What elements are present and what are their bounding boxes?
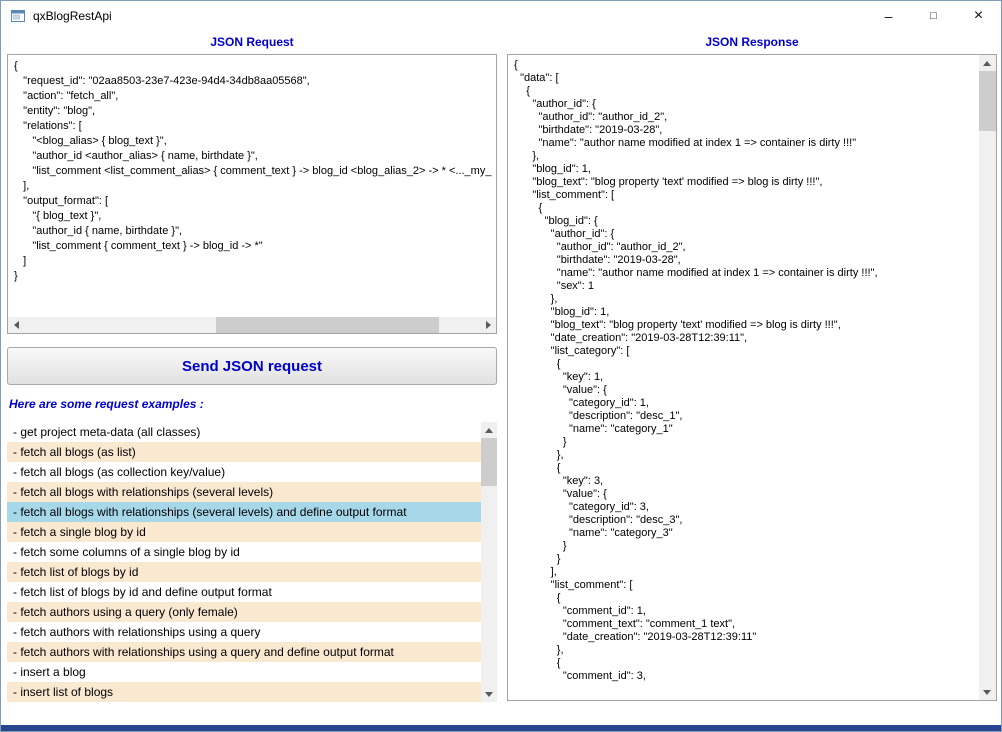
example-item[interactable]: - fetch list of blogs by id [7,562,481,582]
scroll-up-button[interactable] [481,422,497,438]
examples-vertical-scrollbar[interactable] [481,422,497,702]
scroll-left-button[interactable] [8,317,24,333]
minimize-button[interactable]: – [866,1,911,31]
response-viewer[interactable]: { "data": [ { "author_id": { "author_id"… [507,54,997,701]
response-vertical-scrollbar[interactable] [979,55,996,700]
example-item[interactable]: - fetch a single blog by id [7,522,481,542]
app-icon [10,8,26,24]
response-json-text[interactable]: { "data": [ { "author_id": { "author_id"… [508,55,979,700]
close-icon: × [974,9,983,23]
app-window: qxBlogRestApi – □ × JSON Request { "requ… [0,0,1002,732]
vscroll-thumb[interactable] [979,71,996,131]
example-item[interactable]: - insert a blog [7,662,481,682]
window-controls: – □ × [866,1,1001,31]
request-header: JSON Request [7,31,497,54]
scroll-down-button[interactable] [979,684,995,700]
minimize-icon: – [885,11,893,21]
example-item[interactable]: - fetch all blogs with relationships (se… [7,482,481,502]
right-arrow-icon [486,321,491,329]
hscroll-track[interactable] [24,317,480,333]
request-horizontal-scrollbar[interactable] [8,317,496,333]
examples-rows: - get project meta-data (all classes) - … [7,422,481,702]
up-arrow-icon [983,61,991,66]
example-item[interactable]: - fetch list of blogs by id and define o… [7,582,481,602]
examples-list: - get project meta-data (all classes) - … [7,422,497,702]
vscroll-track[interactable] [979,71,996,684]
down-arrow-icon [983,690,991,695]
send-json-request-button[interactable]: Send JSON request [7,347,497,385]
vscroll-thumb[interactable] [481,438,497,486]
scroll-down-button[interactable] [481,686,497,702]
request-editor[interactable]: { "request_id": "02aa8503-23e7-423e-94d4… [7,54,497,334]
example-item[interactable]: - fetch all blogs (as collection key/val… [7,462,481,482]
example-item[interactable]: - fetch some columns of a single blog by… [7,542,481,562]
vscroll-track[interactable] [481,438,497,686]
example-item[interactable]: - get project meta-data (all classes) [7,422,481,442]
example-item[interactable]: - fetch authors using a query (only fema… [7,602,481,622]
up-arrow-icon [485,428,493,433]
response-header: JSON Response [507,31,997,54]
scroll-up-button[interactable] [979,55,995,71]
window-bottom-edge [1,725,1001,731]
request-column: JSON Request { "request_id": "02aa8503-2… [7,31,497,702]
example-item[interactable]: - fetch authors with relationships using… [7,642,481,662]
example-item[interactable]: - fetch authors with relationships using… [7,622,481,642]
down-arrow-icon [485,692,493,697]
request-json-text[interactable]: { "request_id": "02aa8503-23e7-423e-94d4… [8,55,496,317]
example-item-selected[interactable]: - fetch all blogs with relationships (se… [7,502,481,522]
example-item[interactable]: - fetch all blogs (as list) [7,442,481,462]
examples-caption: Here are some request examples : [7,397,497,413]
close-button[interactable]: × [956,1,1001,31]
titlebar: qxBlogRestApi – □ × [1,1,1001,31]
maximize-button[interactable]: □ [911,1,956,31]
window-title: qxBlogRestApi [33,9,866,23]
example-item[interactable]: - insert list of blogs [7,682,481,702]
response-column: JSON Response { "data": [ { "author_id":… [507,31,997,701]
maximize-icon: □ [930,11,937,22]
scroll-right-button[interactable] [480,317,496,333]
left-arrow-icon [14,321,19,329]
hscroll-thumb[interactable] [216,317,439,333]
